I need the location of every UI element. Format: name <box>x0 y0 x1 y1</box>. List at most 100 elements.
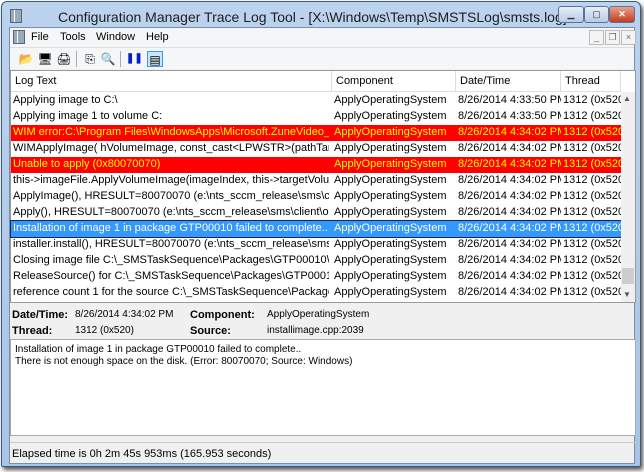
toolbar-separator <box>76 51 77 67</box>
cell-component: ApplyOperatingSystem <box>334 174 447 186</box>
cell-log-text: ReleaseSource() for C:\_SMSTaskSequence\… <box>13 270 329 282</box>
minimize-button[interactable]: ▁ <box>558 6 584 23</box>
log-row[interactable]: WIM error:C:\Program Files\WindowsApps\M… <box>11 125 621 141</box>
cell-component: ApplyOperatingSystem <box>334 286 447 298</box>
component-label: Component: <box>190 309 255 321</box>
cell-log-text: Applying image to C:\ <box>13 94 118 106</box>
menu-file[interactable]: File <box>31 31 49 43</box>
cell-component: ApplyOperatingSystem <box>334 238 447 250</box>
close-button[interactable]: ✕ <box>609 6 635 23</box>
cell-thread: 1312 (0x520) <box>563 126 621 138</box>
cell-thread: 1312 (0x520) <box>563 190 621 202</box>
cell-log-text: WIM error:C:\Program Files\WindowsApps\M… <box>13 126 329 138</box>
menu-tools[interactable]: Tools <box>60 31 86 43</box>
cell-datetime: 8/26/2014 4:34:02 PM <box>458 206 561 218</box>
datetime-value: 8/26/2014 4:34:02 PM <box>75 309 174 320</box>
message-line: There is not enough space on the disk. (… <box>15 356 353 367</box>
log-row[interactable]: Installation of image 1 in package GTP00… <box>10 220 622 238</box>
scroll-down-icon[interactable]: ▼ <box>623 290 631 299</box>
message-textbox[interactable]: Installation of image 1 in package GTP00… <box>10 339 636 436</box>
log-row[interactable]: ReleaseSource() for C:\_SMSTaskSequence\… <box>11 269 621 285</box>
cell-log-text: Closing image file C:\_SMSTaskSequence\P… <box>13 254 329 266</box>
cell-thread: 1312 (0x520) <box>563 142 621 154</box>
cell-component: ApplyOperatingSystem <box>334 94 447 106</box>
document-icon <box>13 30 25 44</box>
cell-log-text: reference count 1 for the source C:\_SMS… <box>13 286 329 298</box>
cell-log-text: this->imageFile.ApplyVolumeImage(imageIn… <box>13 174 329 186</box>
log-list: Log Text Component Date/Time Thread Appl… <box>10 70 636 303</box>
cell-thread: 1312 (0x520) <box>563 94 621 106</box>
print-icon[interactable]: 🖨 <box>56 51 72 67</box>
thread-value: 1312 (0x520) <box>75 325 134 336</box>
cell-thread: 1312 (0x520) <box>563 158 621 170</box>
scrollbar-thumb[interactable] <box>622 268 634 284</box>
cell-log-text: ApplyImage(), HRESULT=80070070 (e:\nts_s… <box>13 190 329 202</box>
cell-component: ApplyOperatingSystem <box>334 206 447 218</box>
thread-label: Thread: <box>12 325 53 337</box>
log-row[interactable]: installer.install(), HRESULT=80070070 (e… <box>11 237 621 253</box>
cell-component: ApplyOperatingSystem <box>334 158 447 170</box>
cell-datetime: 8/26/2014 4:34:02 PM <box>458 142 561 154</box>
cell-datetime: 8/26/2014 4:34:02 PM <box>458 190 561 202</box>
cell-datetime: 8/26/2014 4:34:02 PM <box>458 286 561 298</box>
log-row[interactable]: this->imageFile.ApplyVolumeImage(imageIn… <box>11 173 621 189</box>
cell-log-text: Installation of image 1 in package GTP00… <box>13 222 329 234</box>
cell-component: ApplyOperatingSystem <box>334 254 447 266</box>
cell-thread: 1312 (0x520) <box>563 286 621 298</box>
menu-window[interactable]: Window <box>96 31 135 43</box>
cell-thread: 1312 (0x520) <box>563 174 621 186</box>
cell-datetime: 8/26/2014 4:34:02 PM <box>458 254 561 266</box>
menu-bar: File Tools Window Help _ ❐ × <box>10 28 636 47</box>
cell-component: ApplyOperatingSystem <box>334 270 447 282</box>
window-title: Configuration Manager Trace Log Tool - [… <box>58 9 567 25</box>
cell-log-text: installer.install(), HRESULT=80070070 (e… <box>13 238 329 250</box>
cell-component: ApplyOperatingSystem <box>334 190 447 202</box>
cell-component: ApplyOperatingSystem <box>334 142 447 154</box>
open-folder-icon[interactable]: 📂 <box>18 51 34 67</box>
cell-datetime: 8/26/2014 4:34:02 PM <box>458 238 561 250</box>
cell-component: ApplyOperatingSystem <box>334 222 447 234</box>
maximize-button[interactable]: ▢ <box>584 6 609 23</box>
cell-log-text: Apply(), HRESULT=80070070 (e:\nts_sccm_r… <box>13 206 329 218</box>
log-row[interactable]: Apply(), HRESULT=80070070 (e:\nts_sccm_r… <box>11 205 621 221</box>
toolbar: 📂 🖥 🖨 ⎘ 🔍 ❚❚ ▤ <box>10 47 634 69</box>
cell-datetime: 8/26/2014 4:34:02 PM <box>458 270 561 282</box>
cell-datetime: 8/26/2014 4:34:02 PM <box>458 222 561 234</box>
column-header-component[interactable]: Component <box>332 71 456 92</box>
app-icon <box>10 9 22 23</box>
log-row[interactable]: ApplyImage(), HRESULT=80070070 (e:\nts_s… <box>11 189 621 205</box>
column-header-datetime[interactable]: Date/Time <box>456 71 561 92</box>
cell-thread: 1312 (0x520) <box>563 254 621 266</box>
cell-thread: 1312 (0x520) <box>563 238 621 250</box>
detail-pane-toggle-icon[interactable]: ▤ <box>147 51 163 67</box>
cell-datetime: 8/26/2014 4:33:50 PM <box>458 110 561 122</box>
log-row[interactable]: Applying image to C:\ ApplyOperatingSyste… <box>11 93 621 109</box>
component-value: ApplyOperatingSystem <box>267 309 370 320</box>
mdi-minimize-button[interactable]: _ <box>589 30 604 45</box>
toolbar-separator <box>120 51 121 67</box>
cell-datetime: 8/26/2014 4:34:02 PM <box>458 174 561 186</box>
client-area: File Tools Window Help _ ❐ × 📂 🖥 🖨 ⎘ 🔍 ❚… <box>9 27 636 464</box>
cell-log-text: Unable to apply (0x80070070) <box>13 158 161 170</box>
cell-thread: 1312 (0x520) <box>563 222 621 234</box>
log-row[interactable]: Unable to apply (0x80070070) ApplyOperati… <box>11 157 621 173</box>
pause-icon[interactable]: ❚❚ <box>126 51 143 67</box>
find-icon[interactable]: 🔍 <box>100 51 116 67</box>
column-header-thread[interactable]: Thread <box>561 71 621 92</box>
cell-datetime: 8/26/2014 4:33:50 PM <box>458 94 561 106</box>
cell-log-text: WIMApplyImage( hVolumeImage, const_cast<… <box>13 142 329 154</box>
scroll-up-icon[interactable]: ▲ <box>623 94 631 103</box>
cell-datetime: 8/26/2014 4:34:02 PM <box>458 126 561 138</box>
menu-help[interactable]: Help <box>146 31 169 43</box>
source-label: Source: <box>190 325 231 337</box>
log-row[interactable]: Closing image file C:\_SMSTaskSequence\P… <box>11 253 621 269</box>
mdi-close-button[interactable]: × <box>621 30 636 45</box>
vertical-scrollbar[interactable]: ▲ ▼ <box>621 92 635 302</box>
log-row[interactable]: reference count 1 for the source C:\_SMS… <box>11 285 621 301</box>
mdi-restore-button[interactable]: ❐ <box>605 30 620 45</box>
log-row[interactable]: WIMApplyImage( hVolumeImage, const_cast<… <box>11 141 621 157</box>
column-header-log-text[interactable]: Log Text <box>11 71 332 92</box>
computer-icon[interactable]: 🖥 <box>37 51 53 67</box>
log-row[interactable]: Applying image 1 to volume C: ApplyOperat… <box>11 109 621 125</box>
copy-icon[interactable]: ⎘ <box>82 51 98 67</box>
